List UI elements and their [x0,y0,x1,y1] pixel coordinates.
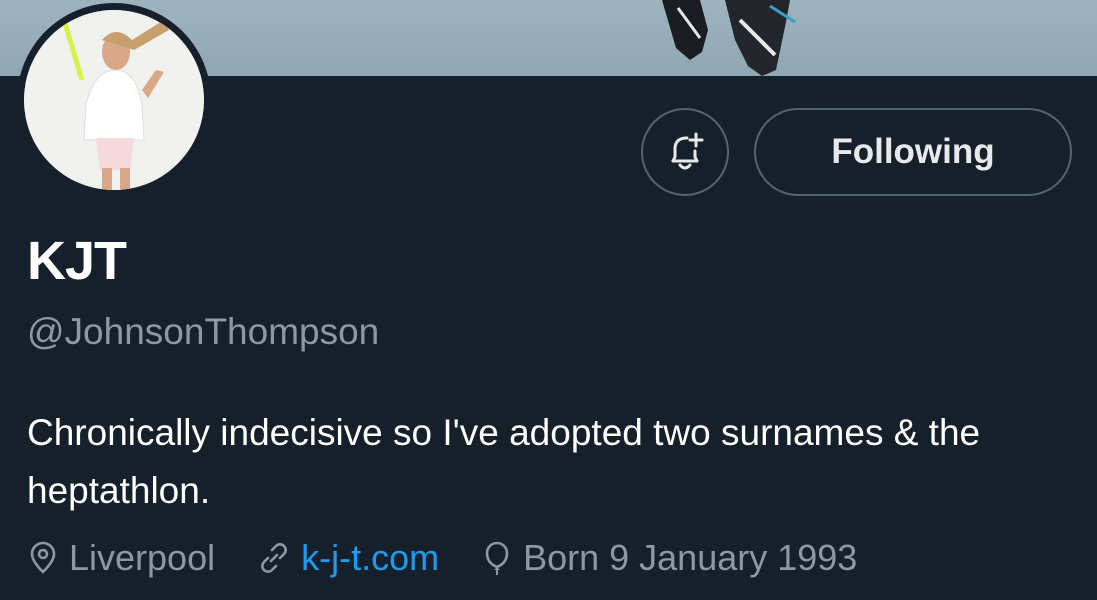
website-link[interactable]: k-j-t.com [301,537,439,579]
bell-plus-icon [671,132,704,170]
following-button-label: Following [831,132,995,171]
balloon-icon [485,541,509,575]
location-item: Liverpool [27,537,215,579]
link-icon [261,543,288,573]
website-item[interactable]: k-j-t.com [257,537,439,579]
profile-bio: Chronically indecisive so I've adopted t… [27,412,981,511]
birthday-item: Born 9 January 1993 [481,537,857,579]
user-handle: @JohnsonThompson [27,311,380,352]
display-name: KJT [27,231,127,291]
location-pin-icon [30,541,56,574]
profile-avatar[interactable] [17,3,211,197]
notifications-button[interactable] [641,108,729,196]
birthday-text: Born 9 January 1993 [523,537,858,578]
avatar-image [24,10,204,190]
location-text: Liverpool [69,537,216,578]
following-button[interactable]: Following [754,108,1072,196]
profile-meta: Liverpool k-j-t.com Born 9 January 1993 [27,536,899,580]
